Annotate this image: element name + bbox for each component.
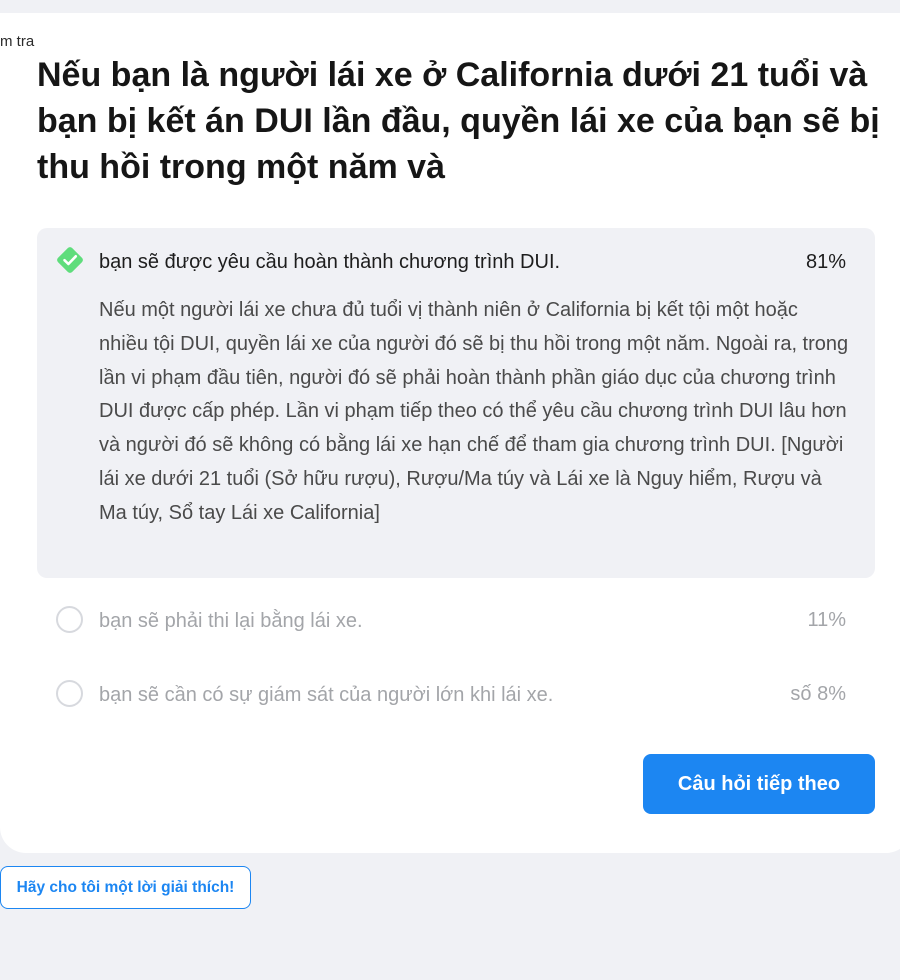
radio-circle-icon[interactable]: [56, 680, 83, 707]
check-diamond-icon: [55, 245, 85, 275]
breadcrumb: m tra: [0, 33, 35, 50]
answer-explanation: Nếu một người lái xe chưa đủ tuổi vị thà…: [99, 299, 849, 524]
answer-option[interactable]: bạn sẽ cần có sự giám sát của người lớn …: [37, 675, 875, 715]
question-title: Nếu bạn là người lái xe ở California dướ…: [37, 56, 880, 186]
answer-option[interactable]: bạn sẽ phải thi lại bằng lái xe. 11%: [37, 601, 875, 641]
explain-button[interactable]: Hãy cho tôi một lời giải thích!: [0, 866, 251, 909]
answer-percent: 81%: [805, 251, 846, 273]
quiz-page: m tra Nếu bạn là người lái xe ở Californ…: [0, 0, 900, 980]
radio-circle-icon[interactable]: [56, 606, 83, 633]
answer-label: bạn sẽ phải thi lại bằng lái xe.: [99, 610, 363, 632]
answer-option-correct[interactable]: bạn sẽ được yêu cầu hoàn thành chương tr…: [37, 228, 875, 578]
answer-label: bạn sẽ được yêu cầu hoàn thành chương tr…: [99, 251, 561, 273]
answer-percent: 11%: [807, 609, 846, 631]
answer-percent: số 8%: [790, 683, 846, 705]
next-question-button[interactable]: Câu hỏi tiếp theo: [643, 754, 875, 814]
answer-label: bạn sẽ cần có sự giám sát của người lớn …: [99, 684, 554, 706]
